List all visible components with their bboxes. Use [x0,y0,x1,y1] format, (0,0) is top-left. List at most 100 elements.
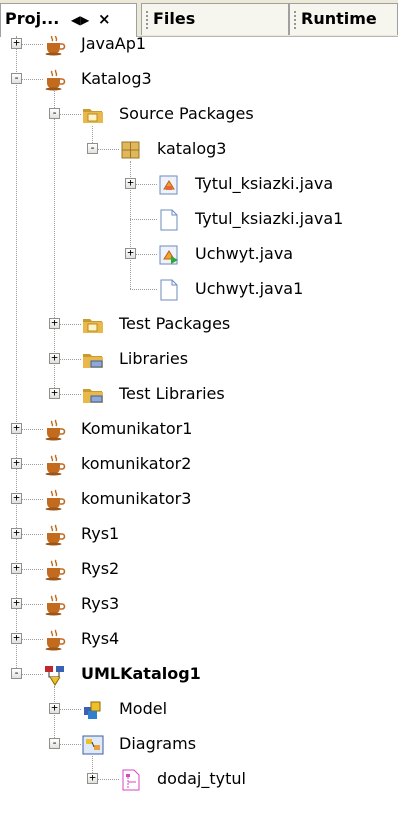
java-project-icon [44,524,66,546]
expand-icon[interactable]: + [11,632,22,644]
tree-node[interactable]: + Test Libraries [0,377,398,412]
tree-node-label: komunikator2 [81,454,192,473]
tree-node[interactable]: - Diagrams [0,727,398,762]
tree-node[interactable]: + Rys1 [0,517,398,552]
collapse-icon[interactable]: - [49,737,60,749]
tree-node[interactable]: + komunikator2 [0,447,398,482]
tree-node-label: Tytul_ksiazki.java1 [195,209,344,228]
tree-node-label: Rys1 [81,524,120,543]
tree-node[interactable]: + Libraries [0,342,398,377]
file-icon [158,209,180,231]
tree-node-label: komunikator3 [81,489,192,508]
tree-connector [130,219,157,220]
tab-files[interactable]: Files [141,3,289,35]
tree-node[interactable]: - katalog3 [0,132,398,167]
model-icon [82,699,104,721]
tab-projects[interactable]: Proj... ◀▶ × [0,3,137,37]
tree-node-label: Rys2 [81,559,120,578]
tree-node-label: katalog3 [157,139,227,158]
tab-files-label: Files [153,9,196,28]
java-main-class-icon [158,244,180,266]
tree-node[interactable]: + Rys4 [0,622,398,657]
project-tree: + JavaAp1 - Katalog3 - Source Packages - katalo… [0,36,398,833]
tree-node[interactable]: + Komunikator1 [0,412,398,447]
tree-node-label: Source Packages [119,104,254,123]
expand-icon[interactable]: + [11,422,22,434]
collapse-icon[interactable]: - [11,667,22,679]
tree-node[interactable]: + Test Packages [0,307,398,342]
tree-node-label: Katalog3 [81,69,152,88]
tree-node[interactable]: - UMLKatalog1 [0,657,398,692]
tree-node[interactable]: Uchwyt.java1 [0,272,398,307]
tab-runtime[interactable]: Runtime [289,3,398,35]
java-class-icon [158,174,180,196]
explorer-tab-strip: Proj... ◀▶ × Files Runtime [0,0,398,37]
tree-node-label: Test Libraries [119,384,225,403]
tree-node[interactable]: + Tytul_ksiazki.java [0,167,398,202]
tree-node[interactable]: + dodaj_tytul [0,762,398,797]
collapse-icon[interactable]: - [11,72,22,84]
close-icon[interactable]: × [98,10,111,28]
file-icon [158,279,180,301]
java-project-icon [44,69,66,91]
expand-icon[interactable]: + [11,597,22,609]
source-folder-icon [82,104,104,126]
expand-icon[interactable]: + [49,317,60,329]
diagrams-icon [82,734,104,756]
tree-node[interactable]: - Katalog3 [0,62,398,97]
tree-node-label: UMLKatalog1 [81,664,201,683]
tree-node[interactable]: + Uchwyt.java [0,237,398,272]
uml-project-icon [44,664,66,686]
expand-icon[interactable]: + [125,177,136,189]
tree-node-label: Model [119,699,168,718]
expand-icon[interactable]: + [49,387,60,399]
java-project-icon [44,419,66,441]
java-project-icon [44,559,66,581]
sequence-diagram-icon [120,769,142,791]
tree-node-label: Rys4 [81,629,120,648]
tree-node-label: JavaAp1 [81,36,147,53]
tab-scroll-arrows-icon[interactable]: ◀▶ [71,13,89,27]
tab-projects-label: Proj... [5,9,60,28]
tab-runtime-label: Runtime [301,9,377,28]
tree-node-label: Test Packages [119,314,231,333]
expand-icon[interactable]: + [11,457,22,469]
tree-connector [130,289,157,290]
expand-icon[interactable]: + [49,352,60,364]
expand-icon[interactable]: + [87,772,98,784]
tree-node-label: Uchwyt.java1 [195,279,304,298]
tree-node-label: Libraries [119,349,189,368]
library-folder-icon [82,349,104,371]
tree-node-label: Uchwyt.java [195,244,294,263]
java-project-icon [44,36,66,56]
library-folder-icon [82,384,104,406]
expand-icon[interactable]: + [11,562,22,574]
tree-node-label: dodaj_tytul [157,769,246,788]
tab-grip-icon [145,9,149,30]
java-project-icon [44,629,66,651]
tree-node-label: Rys3 [81,594,120,613]
tree-node-label: Tytul_ksiazki.java [195,174,334,193]
tab-grip-icon [293,9,297,30]
expand-icon[interactable]: + [11,492,22,504]
tree-node-label: Diagrams [119,734,197,753]
java-project-icon [44,594,66,616]
tree-node[interactable]: + JavaAp1 [0,36,398,62]
java-project-icon [44,489,66,511]
tree-node[interactable]: + Rys2 [0,552,398,587]
expand-icon[interactable]: + [125,247,136,259]
expand-icon[interactable]: + [49,702,60,714]
tree-node[interactable]: + Model [0,692,398,727]
tree-node[interactable]: - Source Packages [0,97,398,132]
tree-node-label: Komunikator1 [81,419,193,438]
collapse-icon[interactable]: - [49,107,60,119]
tree-node[interactable]: Tytul_ksiazki.java1 [0,202,398,237]
tree-node[interactable]: + Rys3 [0,587,398,622]
package-icon [120,139,142,161]
collapse-icon[interactable]: - [87,142,98,154]
expand-icon[interactable]: + [11,527,22,539]
expand-icon[interactable]: + [11,37,22,49]
java-project-icon [44,454,66,476]
tree-node[interactable]: + komunikator3 [0,482,398,517]
source-folder-icon [82,314,104,336]
